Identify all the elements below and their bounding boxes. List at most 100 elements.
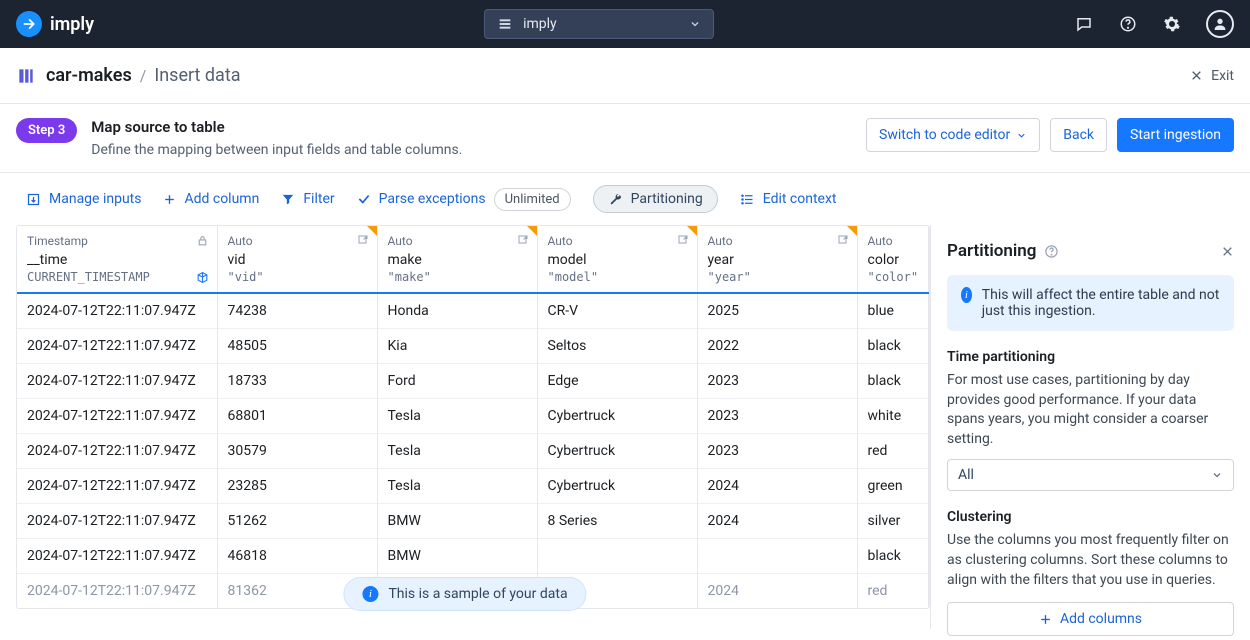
- data-table: Timestamp __time CURRENT_TIMESTAMP Auto …: [17, 226, 929, 608]
- column-header-color[interactable]: Auto color "color": [857, 226, 929, 293]
- table-cell: 2024-07-12T22:11:07.947Z: [17, 399, 217, 434]
- plus-icon: [1039, 613, 1052, 626]
- time-partitioning-title: Time partitioning: [947, 349, 1234, 365]
- table-cell: Seltos: [537, 329, 697, 364]
- info-icon: i: [961, 287, 972, 303]
- parse-exceptions-button[interactable]: Parse exceptions Unlimited: [357, 188, 571, 211]
- unlimited-pill: Unlimited: [494, 188, 571, 211]
- table-cell: 2024-07-12T22:11:07.947Z: [17, 469, 217, 504]
- button-label: Switch to code editor: [879, 127, 1010, 143]
- label: Parse exceptions: [379, 191, 486, 207]
- arrow-icon: [16, 11, 42, 37]
- table-row[interactable]: 2024-07-12T22:11:07.947Z51262BMW8 Series…: [17, 504, 929, 539]
- table-cell: 2024-07-12T22:11:07.947Z: [17, 293, 217, 329]
- close-icon[interactable]: [1221, 245, 1234, 258]
- table-cell: Kia: [377, 329, 537, 364]
- clustering-text: Use the columns you most frequently filt…: [947, 531, 1234, 590]
- table-row[interactable]: 2024-07-12T22:11:07.947Z74238HondaCR-V20…: [17, 293, 929, 329]
- table-cell: Tesla: [377, 399, 537, 434]
- top-nav: imply imply: [0, 0, 1250, 48]
- table-row[interactable]: 2024-07-12T22:11:07.947Z30579TeslaCybert…: [17, 434, 929, 469]
- table-cell: 18733: [217, 364, 377, 399]
- expand-icon: [357, 234, 369, 246]
- import-icon: [26, 192, 41, 207]
- filter-icon: [281, 192, 295, 206]
- start-ingestion-button[interactable]: Start ingestion: [1117, 118, 1234, 152]
- table-cell: 2024-07-12T22:11:07.947Z: [17, 539, 217, 574]
- filter-button[interactable]: Filter: [281, 191, 334, 207]
- label: Edit context: [763, 191, 837, 207]
- select-value: All: [958, 467, 974, 483]
- column-header-time[interactable]: Timestamp __time CURRENT_TIMESTAMP: [17, 226, 217, 293]
- partitioning-panel: Partitioning i This will affect the enti…: [930, 225, 1250, 629]
- sample-toast: i This is a sample of your data: [343, 577, 586, 611]
- breadcrumb: car-makes / Insert data Exit: [0, 48, 1250, 104]
- plus-icon: [163, 193, 176, 206]
- column-header-vid[interactable]: Auto vid "vid": [217, 226, 377, 293]
- chevron-down-icon: [1016, 130, 1027, 141]
- project-selector[interactable]: imply: [484, 9, 714, 39]
- add-column-button[interactable]: Add column: [163, 191, 259, 207]
- edit-context-button[interactable]: Edit context: [740, 191, 837, 207]
- list-icon: [740, 192, 755, 207]
- brand-logo[interactable]: imply: [16, 11, 94, 37]
- table-cell: 2023: [697, 364, 857, 399]
- label: Add column: [184, 191, 259, 207]
- table-cell: 23285: [217, 469, 377, 504]
- button-label: Start ingestion: [1130, 127, 1221, 143]
- table-cell: Ford: [377, 364, 537, 399]
- brand-text: imply: [50, 14, 94, 35]
- table-cell: 2024: [697, 504, 857, 539]
- switch-code-editor-button[interactable]: Switch to code editor: [866, 118, 1040, 152]
- table-cell: Cybertruck: [537, 399, 697, 434]
- wrench-icon: [608, 192, 623, 207]
- table-row[interactable]: 2024-07-12T22:11:07.947Z18733FordEdge202…: [17, 364, 929, 399]
- panel-title: Partitioning: [947, 241, 1036, 261]
- table-cell: 8 Series: [537, 504, 697, 539]
- column-source: "model": [548, 270, 687, 284]
- column-header-make[interactable]: Auto make "make": [377, 226, 537, 293]
- breadcrumb-root[interactable]: car-makes: [46, 65, 132, 86]
- toast-text: This is a sample of your data: [388, 586, 567, 602]
- table-row[interactable]: 2024-07-12T22:11:07.947Z68801TeslaCybert…: [17, 399, 929, 434]
- back-button[interactable]: Back: [1050, 118, 1107, 152]
- column-header-year[interactable]: Auto year "year": [697, 226, 857, 293]
- database-icon: [497, 16, 513, 32]
- step-title: Map source to table: [91, 118, 462, 136]
- table-cell: Edge: [537, 364, 697, 399]
- partitioning-button[interactable]: Partitioning: [593, 185, 718, 213]
- column-name: make: [388, 252, 527, 268]
- table-row[interactable]: 2024-07-12T22:11:07.947Z48505KiaSeltos20…: [17, 329, 929, 364]
- check-icon: [357, 192, 371, 206]
- help-icon[interactable]: [1044, 244, 1059, 259]
- column-header-model[interactable]: Auto model "model": [537, 226, 697, 293]
- gear-icon[interactable]: [1162, 14, 1182, 34]
- expand-icon: [517, 234, 529, 246]
- column-name: model: [548, 252, 687, 268]
- table-cell: black: [857, 539, 929, 574]
- breadcrumb-page: Insert data: [154, 65, 240, 86]
- add-columns-button[interactable]: Add columns: [947, 602, 1234, 636]
- avatar[interactable]: [1206, 10, 1234, 38]
- step-description: Define the mapping between input fields …: [91, 142, 462, 158]
- type-label: Auto: [868, 234, 919, 248]
- exit-label: Exit: [1211, 68, 1234, 84]
- table-cell: 2024-07-12T22:11:07.947Z: [17, 574, 217, 609]
- chat-icon[interactable]: [1074, 14, 1094, 34]
- breadcrumb-separator: /: [140, 66, 147, 85]
- expand-icon: [837, 234, 849, 246]
- exit-button[interactable]: Exit: [1190, 68, 1234, 84]
- table-cell: BMW: [377, 539, 537, 574]
- table-cell: 2024-07-12T22:11:07.947Z: [17, 504, 217, 539]
- label: Add columns: [1060, 611, 1142, 627]
- help-icon[interactable]: [1118, 14, 1138, 34]
- table-cell: blue: [857, 293, 929, 329]
- project-name: imply: [523, 16, 557, 32]
- manage-inputs-button[interactable]: Manage inputs: [26, 191, 141, 207]
- table-cell: 2024: [697, 574, 857, 609]
- table-row[interactable]: 2024-07-12T22:11:07.947Z23285TeslaCybert…: [17, 469, 929, 504]
- time-partitioning-select[interactable]: All: [947, 459, 1234, 491]
- table-cell: 68801: [217, 399, 377, 434]
- table-row[interactable]: 2024-07-12T22:11:07.947Z46818BMWblack: [17, 539, 929, 574]
- toolbar: Manage inputs Add column Filter Parse ex…: [0, 173, 1250, 225]
